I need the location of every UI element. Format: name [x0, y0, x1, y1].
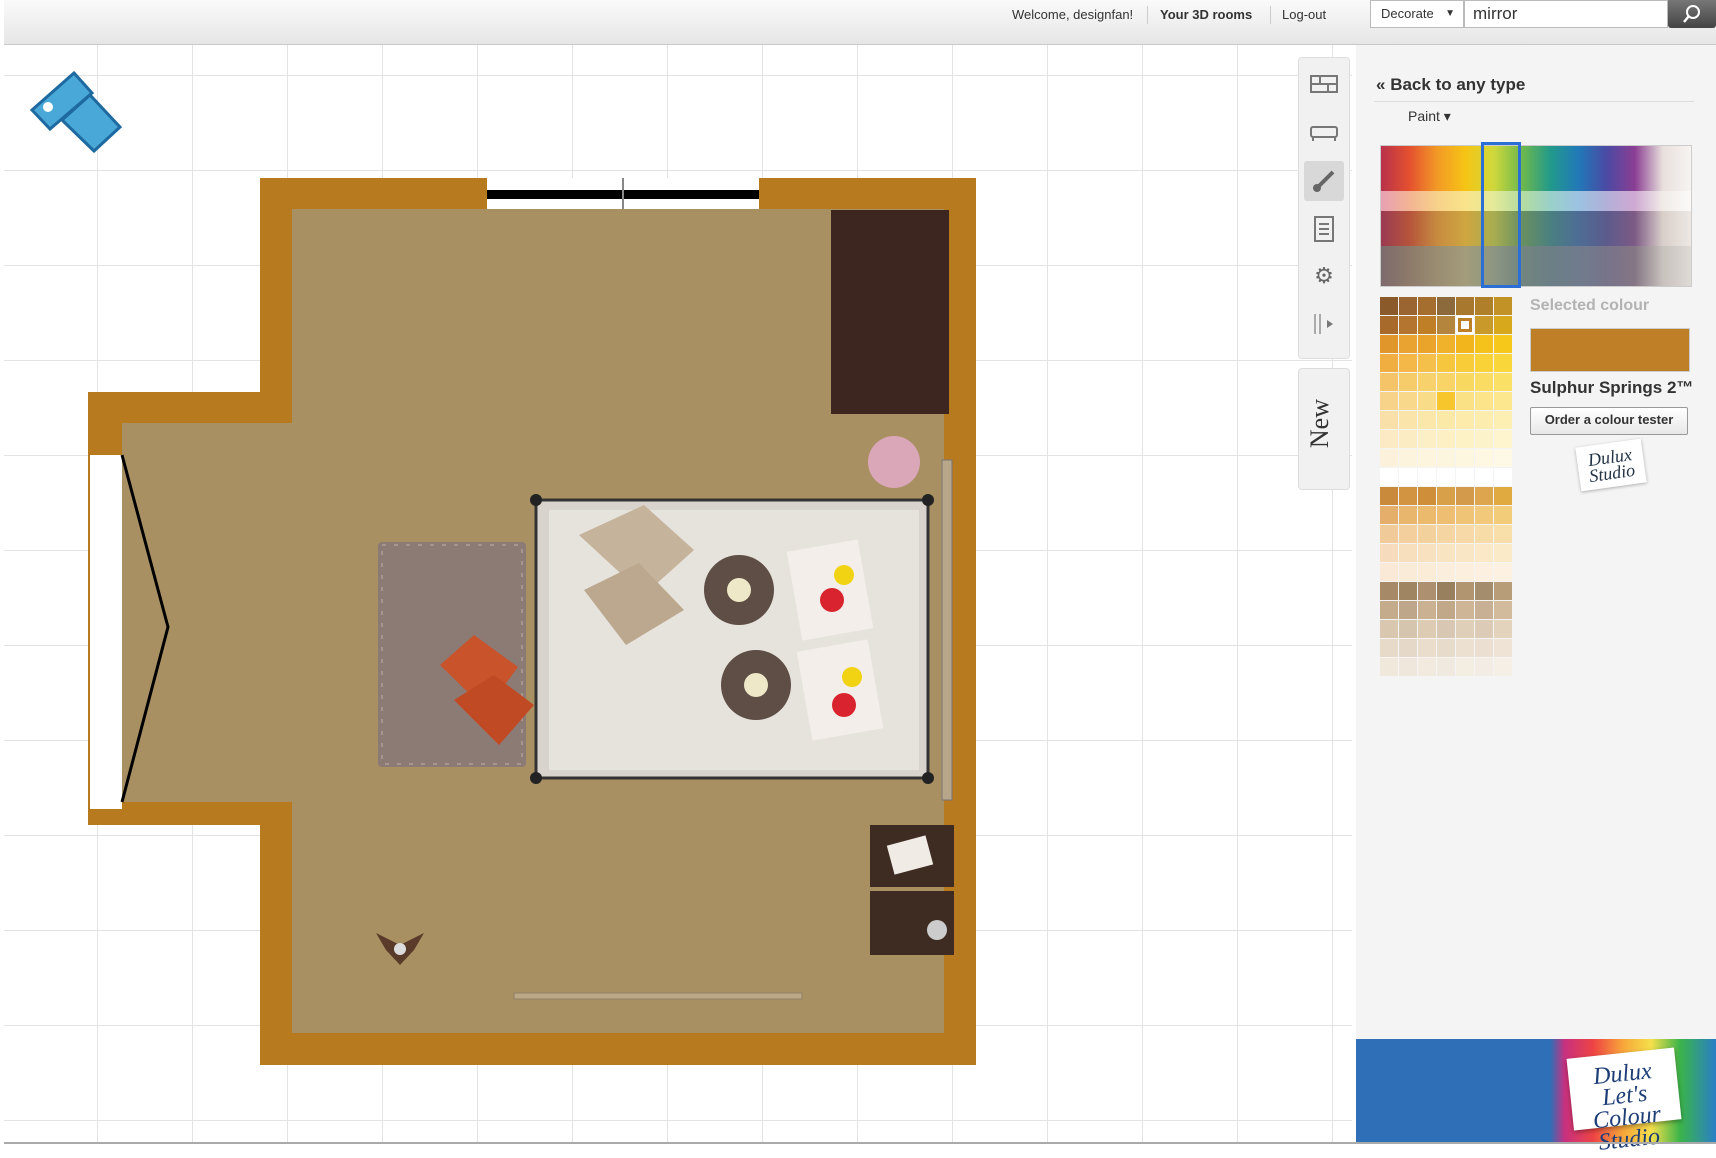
- bottom-rail: [513, 992, 803, 1000]
- type-select[interactable]: Paint ▾: [1408, 108, 1451, 125]
- divider: [1270, 6, 1271, 24]
- back-to-type-label: Back to any type: [1390, 75, 1526, 94]
- settings-gear-icon: ⚙: [1314, 263, 1334, 288]
- selected-colour-name: Sulphur Springs 2™: [1530, 378, 1694, 397]
- settings-tool[interactable]: ⚙: [1304, 256, 1344, 296]
- furniture-tool[interactable]: [1304, 112, 1344, 152]
- walls-tool[interactable]: [1304, 64, 1344, 104]
- compass-tool-icon[interactable]: [29, 70, 123, 154]
- furniture-icon: [1310, 126, 1338, 141]
- bottom-border: [4, 1142, 1716, 1144]
- expand-arrow-icon: [1314, 314, 1333, 334]
- clipboard-list-icon: [1314, 216, 1334, 242]
- walls-icon: [1310, 75, 1338, 93]
- side-toolbar: ⚙: [1298, 57, 1350, 359]
- expand-tool[interactable]: [1304, 304, 1344, 344]
- mode-select[interactable]: Decorate ▼: [1370, 0, 1464, 28]
- floor-plan[interactable]: [4, 45, 1352, 1142]
- window-top[interactable]: [487, 178, 759, 209]
- radiator[interactable]: [941, 459, 953, 801]
- welcome-text: Welcome, designfan!: [1012, 7, 1134, 22]
- bed[interactable]: [530, 494, 934, 784]
- wardrobe[interactable]: [831, 210, 949, 414]
- logout-link[interactable]: Log-out: [1282, 7, 1326, 22]
- colour-panel: « Back to any type Paint ▾ Selected colo…: [1356, 45, 1716, 1156]
- selected-colour-label: Selected colour: [1530, 297, 1650, 314]
- pink-pouf[interactable]: [868, 436, 920, 488]
- spectrum-selector[interactable]: [1481, 142, 1521, 288]
- search-input[interactable]: mirror: [1464, 0, 1668, 28]
- dulux-studio-logo: Dulux Studio: [1575, 438, 1647, 492]
- swatch-grid[interactable]: [1380, 297, 1512, 676]
- colour-spectrum[interactable]: [1380, 142, 1692, 288]
- search-button[interactable]: [1668, 0, 1716, 28]
- tufted-bench[interactable]: [378, 542, 534, 767]
- mode-select-value: Decorate: [1381, 6, 1434, 21]
- double-chevron-left-icon: «: [1376, 75, 1386, 94]
- top-bar: Welcome, designfan! Your 3D rooms Log-ou…: [4, 0, 1716, 45]
- new-tab-label: New: [1305, 399, 1334, 449]
- chevron-down-icon: ▼: [1445, 8, 1455, 19]
- design-canvas[interactable]: [4, 45, 1352, 1142]
- search-icon: [1683, 5, 1700, 23]
- divider: [1374, 101, 1694, 102]
- selected-colour-swatch: [1530, 328, 1690, 372]
- divider: [1147, 6, 1148, 24]
- dulux-studio-banner-logo: Dulux Let's Colour Studio: [1566, 1047, 1682, 1156]
- paint-tool[interactable]: [1304, 161, 1344, 201]
- list-tool[interactable]: [1304, 208, 1344, 248]
- new-tab[interactable]: New: [1298, 368, 1350, 490]
- paint-brush-icon: [1313, 170, 1335, 192]
- back-to-type-link[interactable]: « Back to any type: [1376, 75, 1525, 95]
- order-colour-tester-button[interactable]: Order a colour tester: [1530, 407, 1688, 435]
- dulux-banner[interactable]: Dulux Let's Colour Studio: [1356, 1039, 1716, 1156]
- your-3d-rooms-link[interactable]: Your 3D rooms: [1160, 7, 1252, 22]
